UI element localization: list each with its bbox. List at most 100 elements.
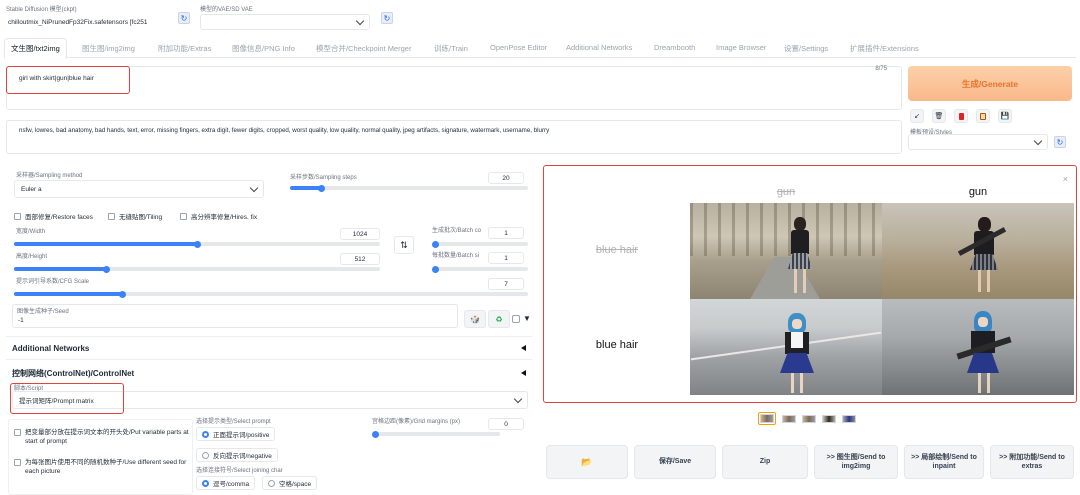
sampling-steps-slider[interactable] [290, 184, 528, 192]
width-slider[interactable] [14, 240, 380, 248]
tab-extensions[interactable]: 扩展插件/Extensions [850, 43, 919, 54]
joining-char-label: 选择连接符号/Select joining char [196, 468, 283, 474]
model-select[interactable]: chilloutmix_NiPrunedFp32Fix.safetensors … [6, 14, 176, 30]
zip-button[interactable]: Zip [722, 445, 808, 479]
negative-label: 反向提示词/negative [213, 453, 272, 460]
output-gallery: × gun gun blue hair blue hair [543, 165, 1077, 403]
refresh-vae-button[interactable]: ↻ [381, 12, 393, 24]
sampling-method-select[interactable]: Euler a [14, 180, 264, 198]
generated-image[interactable] [882, 299, 1074, 395]
tab-train[interactable]: 训练/Train [434, 43, 468, 54]
tab-openpose-editor[interactable]: OpenPose Editor [490, 43, 547, 52]
seed-label: 图像生成种子/Seed [17, 309, 69, 315]
sampling-steps-label: 采样步数/Sampling steps [290, 175, 357, 181]
controlnet-title: 控制网络(ControlNet)/ControlNet [12, 368, 135, 378]
clipboard-icon[interactable] [976, 109, 990, 123]
generated-image[interactable] [690, 203, 882, 299]
grid-margins-slider[interactable] [372, 430, 500, 438]
tab-additional-networks[interactable]: Additional Networks [566, 43, 632, 52]
red-card-icon[interactable] [954, 109, 968, 123]
put-variable-label: 把变量部分放在提示词文本的开头处/Put variable parts at s… [25, 429, 189, 446]
positive-label: 正面提示词/positive [213, 432, 270, 439]
tab-img2img[interactable]: 图生图/img2img [82, 43, 135, 54]
batch-count-slider[interactable] [432, 240, 528, 248]
folder-icon: 📂 [581, 456, 593, 467]
space-radio[interactable]: 空格/space [262, 476, 318, 490]
tab-checkpoint-merger[interactable]: 模型合并/Checkpoint Merger [316, 43, 411, 54]
restore-faces-checkbox[interactable]: 面部修复/Restore faces [14, 211, 93, 221]
thumbnail-selected[interactable] [758, 412, 776, 425]
height-slider[interactable] [14, 265, 380, 273]
send-to-img2img-button[interactable]: >> 图生图/Send to img2img [814, 445, 898, 479]
reuse-seed-button[interactable]: ♻ [488, 310, 510, 328]
model-label: Stable Diffusion 模型(ckpt) [6, 7, 77, 13]
extra-seed-toggle-icon[interactable]: ▼ [523, 314, 531, 323]
chevron-down-icon [249, 183, 259, 192]
hires-fix-checkbox[interactable]: 高分辨率修复/Hires. fix [180, 211, 257, 221]
prompt-tools-row: ↙ 🗑 💾 [910, 109, 1012, 123]
comma-radio[interactable]: 逗号/comma [196, 476, 256, 490]
token-counter: 8/75 [875, 66, 887, 72]
sampling-steps-input[interactable]: 20 [488, 172, 524, 184]
prompt-textarea[interactable]: girl with skirt|gun|blue hair 8/75 [6, 66, 902, 110]
chevron-down-icon [1033, 136, 1043, 145]
tiling-label: 无缝贴图/Tiling [119, 214, 163, 221]
tab-png-info[interactable]: 图像信息/PNG Info [232, 43, 295, 54]
batch-size-input[interactable]: 1 [488, 252, 524, 264]
tab-dreambooth[interactable]: Dreambooth [654, 43, 695, 52]
swap-dimensions-button[interactable]: ⇅ [394, 236, 414, 254]
vae-select[interactable] [200, 14, 370, 30]
negative-radio[interactable]: 反向提示词/negative [196, 448, 278, 462]
seed-value: -1 [18, 317, 24, 324]
script-annotation-box [10, 383, 124, 414]
prompt-annotation-box [6, 66, 130, 94]
thumbnail[interactable] [822, 414, 836, 423]
thumbnail[interactable] [802, 414, 816, 423]
floppy-disk-icon[interactable]: 💾 [998, 109, 1012, 123]
additional-networks-accordion[interactable]: Additional Networks [6, 336, 532, 360]
generated-image[interactable] [690, 299, 882, 395]
refresh-styles-button[interactable]: ↻ [1054, 136, 1066, 148]
refresh-model-button[interactable]: ↻ [178, 12, 190, 24]
refresh-icon: ↻ [178, 12, 190, 24]
swap-icon: ⇅ [400, 239, 408, 250]
arrow-down-left-icon[interactable]: ↙ [910, 109, 924, 123]
seed-field[interactable]: 图像生成种子/Seed -1 [12, 304, 458, 328]
random-seed-button[interactable]: 🎲 [464, 310, 486, 328]
tiling-checkbox[interactable]: 无缝贴图/Tiling [108, 211, 162, 221]
positive-radio[interactable]: 正面提示词/positive [196, 427, 276, 441]
controlnet-accordion[interactable]: 控制网络(ControlNet)/ControlNet [6, 362, 532, 384]
different-seed-checkbox[interactable]: 为每张图片使用不同的随机数种子/Use different seed for e… [14, 458, 190, 476]
generated-image[interactable] [882, 203, 1074, 299]
put-variable-checkbox[interactable]: 把变量部分放在提示词文本的开头处/Put variable parts at s… [14, 428, 190, 446]
height-input[interactable]: 512 [340, 253, 380, 265]
extra-seed-checkbox[interactable] [512, 315, 520, 323]
trash-icon[interactable]: 🗑 [932, 109, 946, 123]
tab-txt2img[interactable]: 文生图/txt2img [4, 38, 67, 59]
batch-size-slider[interactable] [432, 265, 528, 273]
grid-margins-input[interactable]: 0 [488, 418, 524, 430]
save-button[interactable]: 保存/Save [634, 445, 716, 479]
different-seed-label: 为每张图片使用不同的随机数种子/Use different seed for e… [25, 459, 187, 476]
send-to-inpaint-button[interactable]: >> 局部绘制/Send to inpaint [904, 445, 984, 479]
cfg-input[interactable]: 7 [488, 278, 524, 290]
open-folder-button[interactable]: 📂 [546, 445, 628, 479]
send-to-extras-button[interactable]: >> 附加功能/Send to extras [990, 445, 1074, 479]
thumbnail[interactable] [842, 414, 856, 423]
row-header: blue hair [595, 339, 639, 351]
space-label: 空格/space [279, 481, 312, 488]
generate-button[interactable]: 生成/Generate [908, 66, 1072, 101]
cfg-slider[interactable] [14, 290, 528, 298]
tab-extras[interactable]: 附加功能/Extras [158, 43, 211, 54]
width-label: 宽度/Width [16, 229, 46, 235]
tab-image-browser[interactable]: Image Browser [716, 43, 766, 52]
width-input[interactable]: 1024 [340, 228, 380, 240]
model-value: chilloutmix_NiPrunedFp32Fix.safetensors … [8, 18, 148, 26]
tab-settings[interactable]: 设置/Settings [784, 43, 828, 54]
batch-count-input[interactable]: 1 [488, 227, 524, 239]
collapse-triangle-icon [521, 345, 526, 351]
negative-prompt-textarea[interactable]: nsfw, lowres, bad anatomy, bad hands, te… [6, 120, 902, 154]
thumbnail[interactable] [782, 414, 796, 423]
styles-select[interactable] [908, 134, 1048, 150]
close-icon[interactable]: × [1063, 174, 1068, 184]
